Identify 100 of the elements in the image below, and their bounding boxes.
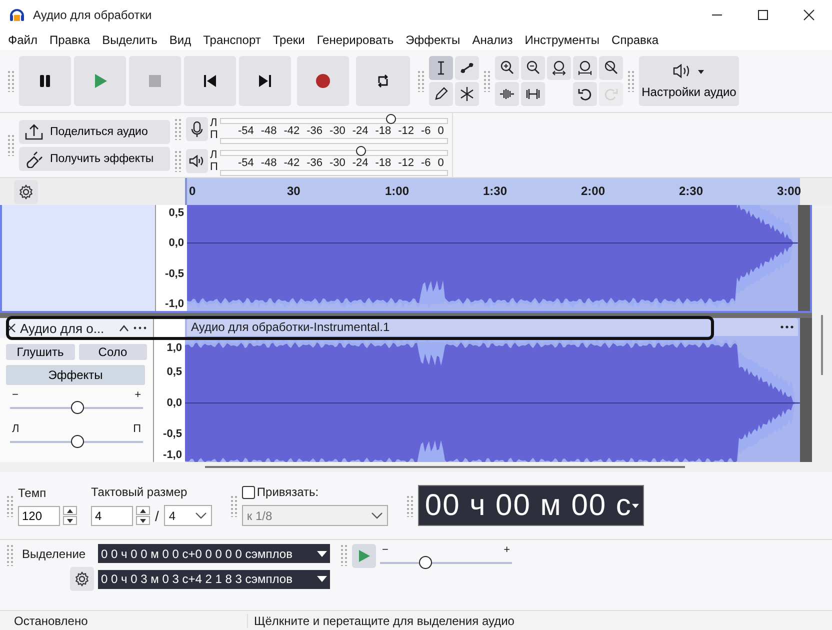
channel-label: П bbox=[210, 129, 219, 141]
trim-audio-icon bbox=[499, 86, 515, 102]
settings-button[interactable] bbox=[14, 180, 38, 204]
pause-button[interactable] bbox=[19, 56, 71, 106]
scrollbar-thumb[interactable] bbox=[205, 466, 685, 468]
beat-unit-dropdown[interactable]: 4 bbox=[164, 505, 212, 526]
pause-icon bbox=[37, 73, 53, 89]
record-button[interactable] bbox=[297, 56, 349, 106]
clip-menu-button[interactable] bbox=[780, 325, 794, 329]
menu-item[interactable]: Файл bbox=[2, 33, 44, 47]
tool-button[interactable] bbox=[455, 56, 479, 80]
track-header[interactable]: Аудио для о... Глушить Соло Эффекты − + Л П bbox=[0, 318, 153, 462]
more-icon bbox=[780, 325, 794, 329]
slider-thumb[interactable] bbox=[418, 556, 432, 569]
spin-down-button[interactable] bbox=[136, 516, 150, 525]
meter-slider-thumb[interactable] bbox=[386, 114, 396, 124]
microphone-button[interactable] bbox=[186, 117, 208, 141]
timeline-ruler[interactable]: 0 30 1:00 1:30 2:00 2:30 3:00 bbox=[185, 178, 800, 205]
track-menu-button[interactable] bbox=[133, 326, 147, 330]
menu-item[interactable]: Правка bbox=[44, 33, 96, 47]
channel-label: Л bbox=[210, 149, 218, 161]
menu-item[interactable]: Генерировать bbox=[310, 33, 400, 47]
amplitude-scale-label: 0,0 bbox=[166, 397, 182, 409]
beats-field[interactable]: 4 bbox=[91, 506, 133, 526]
chevron-up-icon bbox=[119, 324, 129, 332]
solo-button[interactable]: Соло bbox=[78, 344, 147, 360]
channel-label: П bbox=[210, 161, 219, 173]
scrollbar-thumb[interactable] bbox=[821, 315, 823, 375]
loop-button[interactable] bbox=[356, 56, 410, 106]
menu-item[interactable]: Эффекты bbox=[400, 33, 466, 47]
play-icon bbox=[92, 73, 108, 89]
close-icon bbox=[801, 9, 817, 21]
meter-scale-label: -12 bbox=[398, 157, 414, 169]
zoom-toggle-button[interactable] bbox=[599, 56, 623, 80]
spin-up-button[interactable] bbox=[63, 506, 77, 515]
spin-up-button[interactable] bbox=[136, 506, 150, 515]
audio-settings-button[interactable]: Настройки аудио bbox=[639, 56, 739, 106]
share-audio-button[interactable]: Поделиться аудио bbox=[19, 120, 170, 144]
selection-label: Выделение bbox=[22, 546, 87, 560]
maximize-icon bbox=[755, 9, 771, 21]
fit-selection-button[interactable] bbox=[547, 56, 571, 80]
menu-item[interactable]: Транспорт bbox=[197, 33, 267, 47]
meter-scale-label: -36 bbox=[306, 157, 323, 169]
menu-item[interactable]: Справка bbox=[606, 33, 665, 47]
skip-to-end-button[interactable] bbox=[239, 56, 291, 106]
amplitude-scale-label: 0,5 bbox=[166, 366, 182, 378]
slider-thumb[interactable] bbox=[70, 401, 84, 414]
ruler-label: 1:00 bbox=[384, 184, 410, 198]
tool-button[interactable] bbox=[429, 56, 453, 80]
ruler-label: 2:00 bbox=[580, 184, 606, 198]
silence-audio-button[interactable] bbox=[521, 82, 545, 106]
effects-button[interactable]: Эффекты bbox=[6, 365, 145, 385]
menu-item[interactable]: Выделить bbox=[96, 33, 164, 47]
stop-icon bbox=[147, 73, 163, 89]
meter-scale-label: -30 bbox=[330, 125, 346, 137]
meter-slider-thumb[interactable] bbox=[356, 146, 366, 156]
slider-label: − bbox=[382, 544, 388, 556]
menu-item[interactable]: Треки bbox=[266, 33, 311, 47]
status-text: Щёлкните и перетащите для выделения аудио bbox=[253, 614, 514, 628]
skip-to-start-button[interactable] bbox=[184, 56, 236, 106]
collapse-button[interactable] bbox=[119, 324, 129, 332]
amplitude-scale-label: -0,5 bbox=[165, 268, 184, 280]
menu-item[interactable]: Инструменты bbox=[518, 33, 606, 47]
time-display[interactable]: 00 ч 00 м 00 с bbox=[418, 485, 644, 526]
amplitude-scale-label: -1,0 bbox=[163, 449, 182, 461]
window-title: Аудио для обработки bbox=[33, 8, 153, 22]
zoom-out-button[interactable] bbox=[521, 56, 545, 80]
skip-to-start-icon bbox=[202, 73, 218, 89]
get-effects-button[interactable]: Получить эффекты bbox=[19, 146, 170, 170]
selection-time-field[interactable]: 0 0 ч 0 0 м 0 0 с+0 0 0 0 0 сэмплов bbox=[98, 544, 330, 563]
status-text: Остановлено bbox=[0, 614, 248, 628]
upload-icon bbox=[24, 122, 44, 140]
undo-button[interactable] bbox=[573, 82, 597, 106]
more-icon bbox=[133, 326, 147, 330]
tempo-field[interactable]: 120 bbox=[18, 506, 60, 526]
close-track-button[interactable] bbox=[6, 323, 16, 333]
skip-to-end-icon bbox=[257, 73, 273, 89]
tempo-label: Темп bbox=[18, 486, 48, 500]
fit-project-button[interactable] bbox=[573, 56, 597, 80]
selection-time-field[interactable]: 0 0 ч 0 3 м 0 3 с+4 2 1 8 3 сэмплов bbox=[98, 570, 330, 588]
menu-item[interactable]: Вид bbox=[163, 33, 198, 47]
envelope-icon bbox=[459, 60, 475, 76]
ruler-label: 0 bbox=[188, 184, 197, 198]
meter-scale-label: -54 bbox=[238, 157, 254, 169]
selection-settings-button[interactable] bbox=[70, 567, 94, 591]
meter-scale-label: -42 bbox=[284, 125, 300, 137]
trim-audio-button[interactable] bbox=[495, 82, 519, 106]
slider-thumb[interactable] bbox=[70, 435, 84, 448]
clip-title-bar[interactable]: Аудио для обработки-Instrumental.1 bbox=[187, 318, 798, 336]
zoom-in-button[interactable] bbox=[495, 56, 519, 80]
menu-item[interactable]: Анализ bbox=[466, 33, 519, 47]
ruler-label: 1:30 bbox=[482, 184, 508, 198]
play-at-speed-button[interactable] bbox=[352, 544, 376, 568]
mute-button[interactable]: Глушить bbox=[6, 344, 74, 360]
tool-button[interactable] bbox=[429, 82, 453, 106]
meter-scale-label: 0 bbox=[438, 157, 444, 169]
slider-label: + bbox=[504, 544, 510, 556]
speaker-button[interactable] bbox=[186, 149, 208, 173]
tool-button[interactable] bbox=[455, 82, 479, 106]
spin-down-button[interactable] bbox=[63, 516, 77, 525]
